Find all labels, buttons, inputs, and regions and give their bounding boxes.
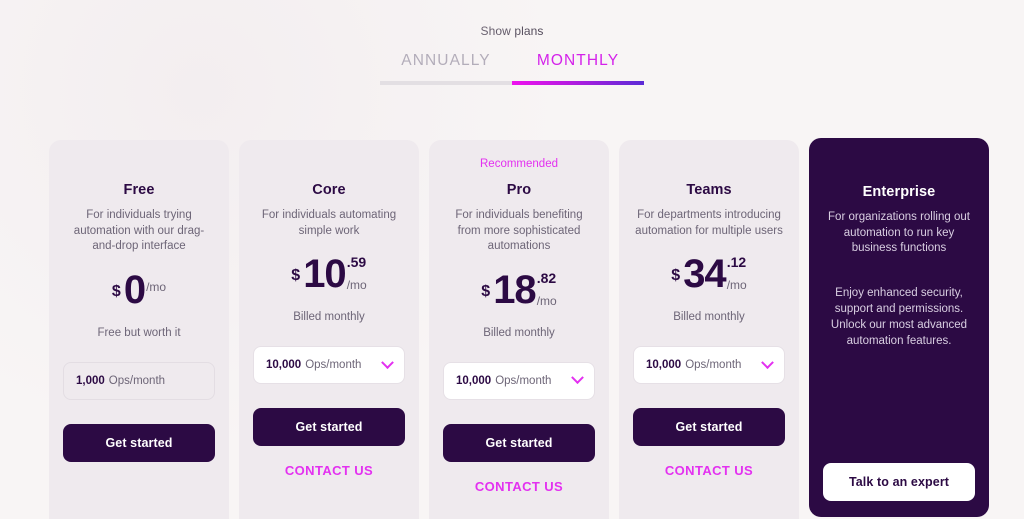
- plan-card-pro: Recommended Pro For individuals benefiti…: [429, 140, 609, 519]
- get-started-button[interactable]: Get started: [253, 408, 405, 446]
- price-period: /mo: [536, 293, 557, 308]
- plan-price: $ 18 .82 /mo: [443, 269, 595, 315]
- plan-price: $ 10 .59 /mo: [253, 253, 405, 299]
- plan-card-teams: Teams For departments introducing automa…: [619, 140, 799, 519]
- contact-us-link[interactable]: CONTACT US: [253, 463, 405, 478]
- recommended-badge: Recommended: [480, 158, 558, 170]
- plan-description: For individuals automating simple work: [261, 209, 397, 237]
- ops-label: Ops/month: [108, 374, 166, 387]
- ops-label: Ops/month: [685, 359, 742, 371]
- price-cents: .82: [536, 269, 557, 286]
- plan-name: Pro: [506, 182, 532, 198]
- price-period: /mo: [346, 278, 367, 292]
- plan-badge: [633, 158, 785, 172]
- chevron-down-icon[interactable]: [381, 355, 394, 369]
- billing-note: Billed monthly: [293, 311, 365, 323]
- plan-name: Core: [312, 182, 346, 198]
- price-tail: .82 /mo: [537, 271, 557, 308]
- ops-text: 10,000 Ops/month: [266, 359, 361, 371]
- ops-selector[interactable]: 10,000 Ops/month: [633, 346, 785, 384]
- plan-badge: [63, 158, 215, 172]
- plan-name: Teams: [686, 182, 732, 198]
- price-period: /mo: [146, 279, 167, 294]
- ops-selector[interactable]: 10,000 Ops/month: [253, 346, 405, 384]
- ops-label: Ops/month: [305, 359, 362, 371]
- plan-name: Enterprise: [862, 184, 936, 200]
- ops-text: 10,000 Ops/month: [646, 359, 741, 371]
- price-amount: 34: [683, 252, 726, 296]
- ops-value: 1,000: [76, 374, 105, 387]
- chevron-down-icon[interactable]: [571, 371, 584, 385]
- plan-description: For individuals benefiting from more sop…: [455, 209, 583, 252]
- indicator-annually[interactable]: [380, 81, 512, 85]
- plan-name: Free: [123, 182, 155, 198]
- price-amount: 0: [123, 267, 146, 312]
- billing-note: Billed monthly: [483, 326, 555, 339]
- tab-annually[interactable]: ANNUALLY: [380, 52, 512, 81]
- price-currency: $: [671, 267, 681, 284]
- billing-period-tabs: ANNUALLY MONTHLY: [380, 52, 644, 81]
- talk-to-expert-button[interactable]: Talk to an expert: [823, 462, 975, 501]
- ops-value: 10,000: [266, 359, 302, 371]
- plan-price: $ 0 /mo: [63, 269, 215, 315]
- get-started-button[interactable]: Get started: [633, 408, 785, 446]
- show-plans-heading: Show plans: [480, 24, 544, 38]
- price-currency: $: [111, 282, 121, 300]
- tab-monthly[interactable]: MONTHLY: [512, 52, 644, 81]
- price-cents: .12: [726, 254, 747, 270]
- ops-text: 10,000 Ops/month: [456, 375, 551, 387]
- indicator-monthly[interactable]: [512, 81, 644, 85]
- billing-note: Free but worth it: [97, 326, 181, 339]
- contact-us-link[interactable]: CONTACT US: [633, 463, 785, 478]
- price-amount: 10: [303, 252, 346, 296]
- ops-text: 1,000 Ops/month: [76, 375, 165, 387]
- billing-note: Billed monthly: [673, 311, 745, 323]
- plan-badge: [253, 158, 405, 172]
- contact-us-link[interactable]: CONTACT US: [443, 479, 595, 494]
- ops-selector[interactable]: 1,000 Ops/month: [63, 361, 215, 400]
- plan-price: $ 34 .12 /mo: [633, 253, 785, 299]
- pricing-page: Show plans ANNUALLY MONTHLY Free For ind…: [0, 0, 1024, 519]
- price-currency: $: [291, 267, 301, 284]
- price-cents: .59: [346, 254, 367, 270]
- billing-period-toggle: ANNUALLY MONTHLY: [380, 52, 644, 85]
- ops-value: 10,000: [456, 374, 492, 387]
- get-started-button[interactable]: Get started: [443, 423, 595, 462]
- pricing-cards: Free For individuals trying automation w…: [0, 138, 1024, 519]
- price-currency: $: [481, 282, 491, 300]
- billing-period-indicator: [380, 81, 644, 85]
- plan-description: For departments introducing automation f…: [635, 209, 783, 237]
- ops-label: Ops/month: [495, 374, 552, 387]
- price-tail: /mo: [146, 271, 166, 294]
- plan-description: For organizations rolling out automation…: [828, 211, 970, 254]
- plan-card-free: Free For individuals trying automation w…: [49, 140, 229, 519]
- price-period: /mo: [726, 278, 747, 292]
- chevron-down-icon[interactable]: [761, 355, 774, 369]
- plan-card-enterprise: Enterprise For organizations rolling out…: [809, 138, 989, 517]
- plan-card-core: Core For individuals automating simple w…: [239, 140, 419, 519]
- price-tail: .59 /mo: [347, 255, 367, 292]
- ops-value: 10,000: [646, 359, 682, 371]
- ops-selector[interactable]: 10,000 Ops/month: [443, 361, 595, 400]
- get-started-button[interactable]: Get started: [63, 423, 215, 462]
- plan-extra-description: Enjoy enhanced security, support and per…: [830, 286, 968, 347]
- price-amount: 18: [493, 267, 536, 312]
- plan-description: For individuals trying automation with o…: [73, 209, 205, 252]
- price-tail: .12 /mo: [727, 255, 747, 292]
